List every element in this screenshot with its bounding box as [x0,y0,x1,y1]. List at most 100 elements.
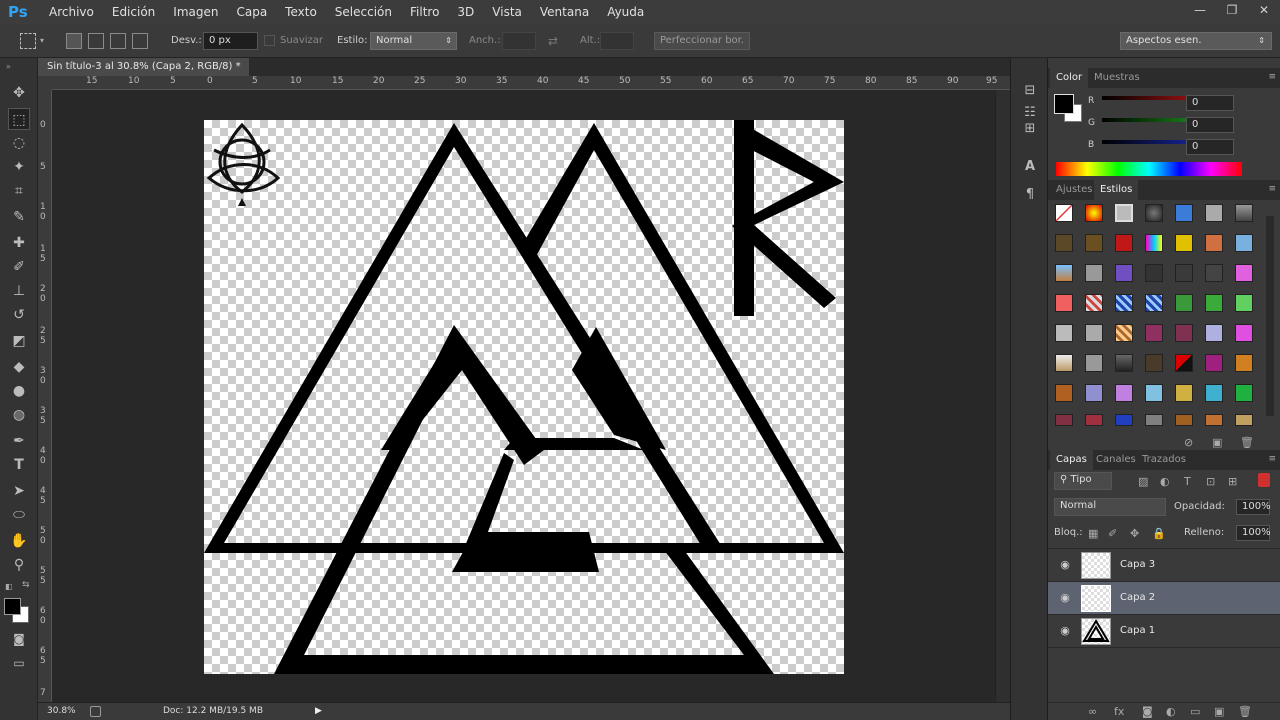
menu-ventana[interactable]: Ventana [531,5,598,19]
marquee-tool-icon[interactable]: ⬚ [8,108,30,130]
move-tool-icon[interactable]: ✥ [8,82,30,104]
panel-menu-icon[interactable]: ≡ [1268,454,1276,464]
zoom-tool-icon[interactable]: ⚲ [8,554,30,576]
status-menu-arrow-icon[interactable]: ▶ [315,703,322,720]
menu-ayuda[interactable]: Ayuda [598,5,653,19]
style-swatch[interactable] [1055,414,1073,426]
style-swatch[interactable] [1205,264,1223,282]
eye-icon[interactable]: ◉ [1058,591,1072,605]
style-swatch[interactable] [1205,234,1223,252]
shape-tool-icon[interactable]: ⬭ [8,504,30,526]
delete-style-icon[interactable]: 🗑 [1240,436,1254,449]
layer-row[interactable]: ◉ Capa 3 [1048,549,1280,582]
clear-style-icon[interactable]: ⊘ [1184,436,1193,449]
healing-brush-tool-icon[interactable]: ✚ [8,232,30,254]
panel-menu-icon[interactable]: ≡ [1268,72,1276,82]
style-swatch[interactable] [1055,264,1073,282]
antialias-checkbox[interactable] [264,35,275,46]
screen-mode-icon[interactable]: ▭ [8,652,30,674]
brush-tool-icon[interactable]: ✐ [8,256,30,278]
menu-imagen[interactable]: Imagen [164,5,227,19]
lock-position-icon[interactable]: ✥ [1130,527,1139,540]
adjustment-layer-icon[interactable]: ◐ [1166,705,1176,718]
styles-scrollbar[interactable] [1266,216,1274,416]
document-canvas[interactable] [204,120,844,674]
style-swatch[interactable] [1085,264,1103,282]
eye-icon[interactable]: ◉ [1058,558,1072,572]
lock-pixels-icon[interactable]: ✐ [1108,527,1117,540]
style-swatch[interactable] [1235,204,1253,222]
filter-smart-icon[interactable]: ⊞ [1228,475,1237,488]
style-swatch[interactable] [1175,384,1193,402]
style-swatch[interactable] [1085,414,1103,426]
blend-mode-select[interactable]: Normal [1054,498,1166,516]
style-swatch[interactable] [1055,384,1073,402]
fx-icon[interactable]: fx [1114,705,1124,718]
eye-icon[interactable]: ◉ [1058,624,1072,638]
style-swatch[interactable] [1205,294,1223,312]
share-icon[interactable] [90,706,101,717]
style-swatch[interactable] [1145,414,1163,426]
menu-texto[interactable]: Texto [276,5,326,19]
filter-toggle-icon[interactable] [1258,473,1270,487]
style-swatch[interactable] [1115,204,1133,222]
feather-input[interactable]: 0 px [203,32,258,50]
tab-canales[interactable]: Canales [1090,450,1142,470]
clone-stamp-tool-icon[interactable]: ⊥ [8,280,30,302]
preset-dropdown-icon[interactable]: ▾ [40,36,44,45]
menu-capa[interactable]: Capa [227,5,276,19]
workspace-select[interactable]: Aspectos esen. ⇕ [1120,32,1272,50]
style-swatch[interactable] [1145,354,1163,372]
filter-type-icon[interactable]: T [1184,475,1191,488]
style-swatch[interactable] [1205,204,1223,222]
style-select[interactable]: Normal ⇕ [370,32,457,50]
style-swatch[interactable] [1175,234,1193,252]
layer-row-selected[interactable]: ◉ Capa 2 [1048,582,1280,615]
style-swatch[interactable] [1115,234,1133,252]
dodge-tool-icon[interactable]: ◍ [8,404,30,426]
default-colors-icon[interactable]: ◧ [5,582,13,591]
style-swatch[interactable] [1175,204,1193,222]
history-brush-tool-icon[interactable]: ↺ [8,304,30,326]
channel-b-input[interactable]: 0 [1186,139,1234,155]
layer-row[interactable]: ◉ Capa 1 [1048,615,1280,648]
swap-icon[interactable]: ⇄ [548,34,558,48]
lasso-tool-icon[interactable]: ◌ [8,132,30,154]
style-swatch[interactable] [1175,264,1193,282]
type-tool-icon[interactable]: T [8,454,30,476]
style-swatch[interactable] [1085,324,1103,342]
zoom-level[interactable]: 30.8% [47,703,76,720]
channel-g-input[interactable]: 0 [1186,117,1234,133]
adjust-icon[interactable]: ⊞ [1021,120,1039,138]
tab-capas[interactable]: Capas [1050,450,1093,470]
blur-tool-icon[interactable]: ● [8,380,30,402]
menu-3d[interactable]: 3D [448,5,483,19]
style-swatch[interactable] [1085,204,1103,222]
opacity-input[interactable]: 100% [1236,499,1271,515]
style-swatch[interactable] [1145,264,1163,282]
collapse-icon[interactable]: » [6,62,11,71]
style-swatch[interactable] [1055,294,1073,312]
link-layers-icon[interactable]: ∞ [1088,705,1097,718]
style-swatch[interactable] [1175,324,1193,342]
menu-edicion[interactable]: Edición [103,5,164,19]
style-swatch[interactable] [1235,264,1253,282]
style-swatch[interactable] [1205,414,1223,426]
color-fg-swatch[interactable] [1054,94,1074,114]
style-swatch[interactable] [1085,234,1103,252]
restore-button[interactable]: ❐ [1216,0,1248,24]
character-panel-icon[interactable]: A [1021,158,1039,176]
style-swatch[interactable] [1175,414,1193,426]
magic-wand-tool-icon[interactable]: ✦ [8,156,30,178]
add-mask-icon[interactable]: ◙ [1142,705,1153,718]
swap-colors-icon[interactable]: ⇆ [22,580,30,590]
tab-muestras[interactable]: Muestras [1088,68,1146,88]
eyedropper-tool-icon[interactable]: ✎ [8,206,30,228]
tab-ajustes[interactable]: Ajustes [1050,180,1098,200]
style-swatch[interactable] [1175,354,1193,372]
paint-bucket-tool-icon[interactable]: ◆ [8,356,30,378]
channel-r-input[interactable]: 0 [1186,95,1234,111]
style-swatch[interactable] [1145,204,1163,222]
panel-menu-icon[interactable]: ≡ [1268,184,1276,194]
height-input[interactable] [600,32,634,50]
